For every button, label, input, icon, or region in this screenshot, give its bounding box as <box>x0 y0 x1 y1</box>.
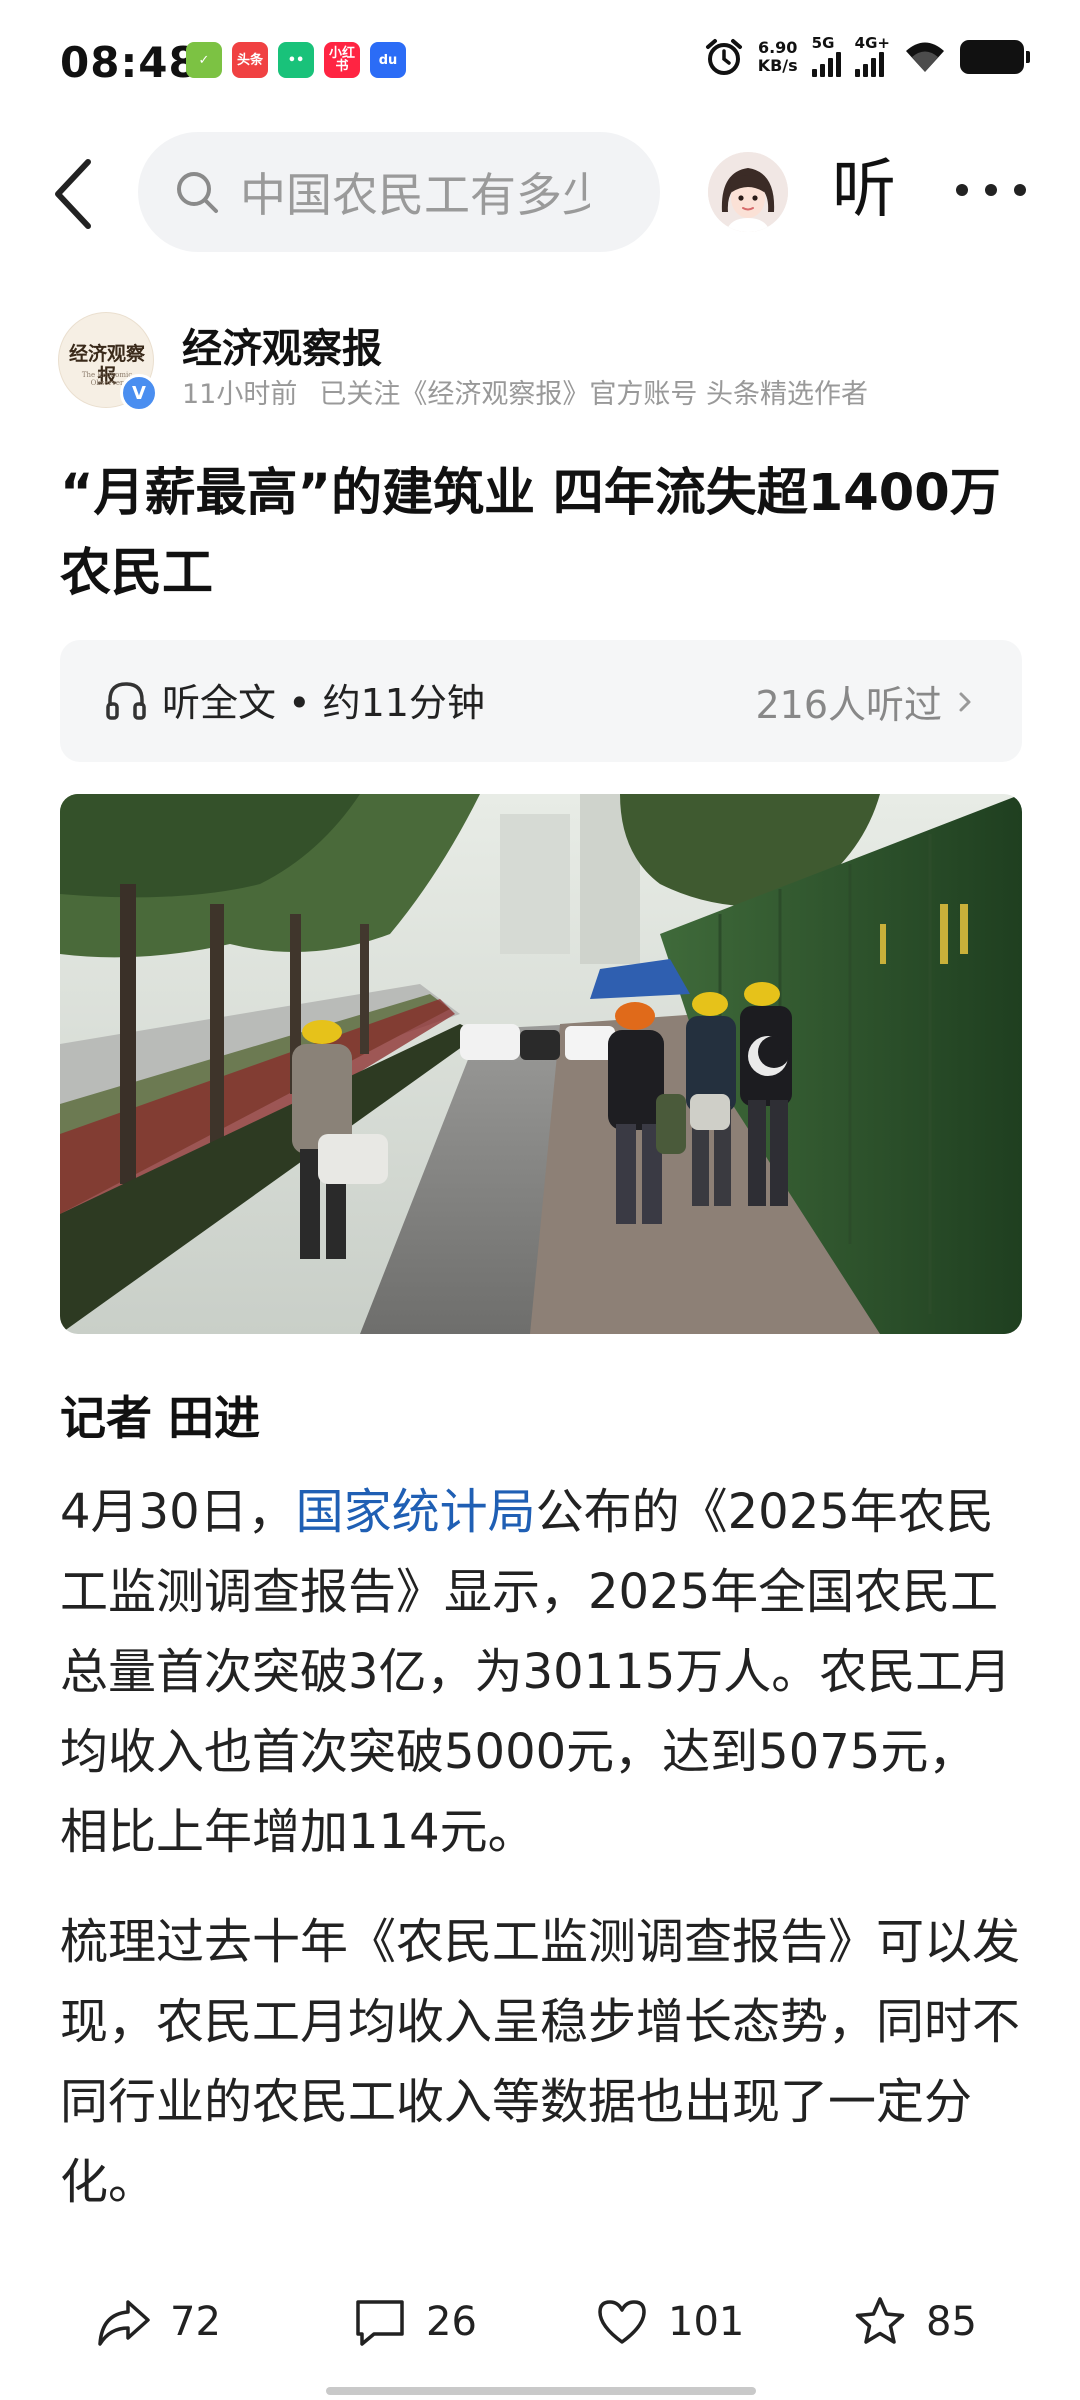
listen-full-text: 听全文 • 约11分钟 <box>104 672 485 727</box>
app-badge-check-icon: ✓ <box>186 42 222 78</box>
dot-icon <box>985 184 997 196</box>
publish-time: 11小时前 <box>182 379 298 410</box>
author-meta: 11小时前 已关注《经济观察报》官方账号 头条精选作者 <box>182 372 890 411</box>
share-icon <box>98 2300 150 2346</box>
status-indicators: 6.90 KB/s 5G 4G+ <box>704 34 1030 77</box>
author-info: 经济观察报 The Economic Observer V 经济观察报 11小时… <box>58 312 1038 412</box>
app-badge-toutiao-icon: 头条 <box>232 42 268 78</box>
app-badge-baidu-icon: du <box>370 42 406 78</box>
home-indicator[interactable] <box>326 2387 756 2395</box>
paragraph-text: 4月30日， <box>60 1484 296 1540</box>
search-icon <box>177 172 218 213</box>
comment-icon <box>356 2300 404 2346</box>
status-app-badges: ✓ 头条 •• 小红书 du <box>186 42 406 78</box>
network-speed-value: 6.90 <box>757 37 798 57</box>
network-speed-unit: KB/s <box>757 55 798 75</box>
app-badge-xiaohongshu-icon: 小红书 <box>324 42 360 78</box>
follow-status: 已关注 <box>319 379 401 410</box>
like-count: 101 <box>668 2299 745 2345</box>
listen-full-text-bar[interactable]: 听全文 • 约11分钟 216人听过 <box>60 640 1022 762</box>
article-title: “月薪最高”的建筑业 四年流失超1400万农民工 <box>60 464 1001 603</box>
avatar-portrait-icon <box>708 152 788 232</box>
status-bar: 08:48 ✓ 头条 •• 小红书 du 6.90 KB/s 5G 4G+ <box>0 0 1080 120</box>
battery-icon <box>960 39 1030 74</box>
user-avatar[interactable] <box>708 152 788 232</box>
signal-bars-icon <box>811 51 841 77</box>
favorite-count: 85 <box>926 2299 977 2345</box>
paragraph-text: 公布的《2025年农民工监测调查报告》显示，2025年全国农民工总量首次突破3亿… <box>60 1484 1012 1860</box>
app-badge-wechat-icon: •• <box>278 42 314 78</box>
top-nav: 中国农民工有多少 听 <box>0 130 1080 260</box>
favorite-button[interactable]: 85 <box>852 2280 977 2364</box>
article-byline: 记者 田进 <box>60 1391 261 1445</box>
action-bar: 72 26 101 85 <box>0 2280 1080 2364</box>
wifi-icon <box>906 42 944 72</box>
status-time: 08:48 <box>60 38 199 87</box>
signal-bars-icon <box>854 51 884 77</box>
headphones-icon <box>106 681 146 720</box>
workers-walking-photo <box>60 794 1022 1334</box>
listen-count-area: 216人听过 <box>755 674 982 729</box>
article-paragraph: 梳理过去十年《农民工监测调查报告》可以发现，农民工月均收入呈稳步增长态势，同时不… <box>60 1914 1021 2210</box>
listen-count: 216人听过 <box>755 683 942 727</box>
dot-icon <box>956 184 968 196</box>
signal-5g: 5G <box>811 34 841 77</box>
share-count: 72 <box>170 2299 221 2345</box>
article-photo[interactable] <box>60 794 1022 1334</box>
network-type-5g: 5G <box>811 34 835 52</box>
back-arrow-icon[interactable] <box>46 156 106 232</box>
author-name[interactable]: 经济观察报 <box>182 316 382 374</box>
chevron-right-icon <box>959 692 971 711</box>
dot-icon <box>1014 184 1026 196</box>
comment-count: 26 <box>426 2299 477 2345</box>
search-input[interactable]: 中国农民工有多少 <box>138 132 660 252</box>
article-paragraph: 4月30日，国家统计局公布的《2025年农民工监测调查报告》显示，2025年全国… <box>60 1472 1020 1872</box>
alarm-clock-icon <box>705 38 742 75</box>
comment-button[interactable]: 26 <box>352 2280 477 2364</box>
account-description: 《经济观察报》官方账号 头条精选作者 <box>400 379 868 410</box>
more-options-icon[interactable] <box>956 170 1026 210</box>
nbs-link[interactable]: 国家统计局 <box>296 1484 536 1540</box>
network-speed: 6.90 KB/s <box>757 37 798 75</box>
listen-full-text-label: 听全文 • 约11分钟 <box>162 681 485 725</box>
like-button[interactable]: 101 <box>594 2280 744 2364</box>
verified-badge-icon: V <box>120 374 158 412</box>
search-query-text: 中国农民工有多少 <box>240 168 590 222</box>
network-type-4g: 4G+ <box>854 34 890 52</box>
heart-icon <box>598 2300 646 2344</box>
listen-button[interactable]: 听 <box>832 150 896 230</box>
share-button[interactable]: 72 <box>96 2280 221 2364</box>
star-icon <box>855 2297 905 2344</box>
signal-4g: 4G+ <box>854 34 890 77</box>
